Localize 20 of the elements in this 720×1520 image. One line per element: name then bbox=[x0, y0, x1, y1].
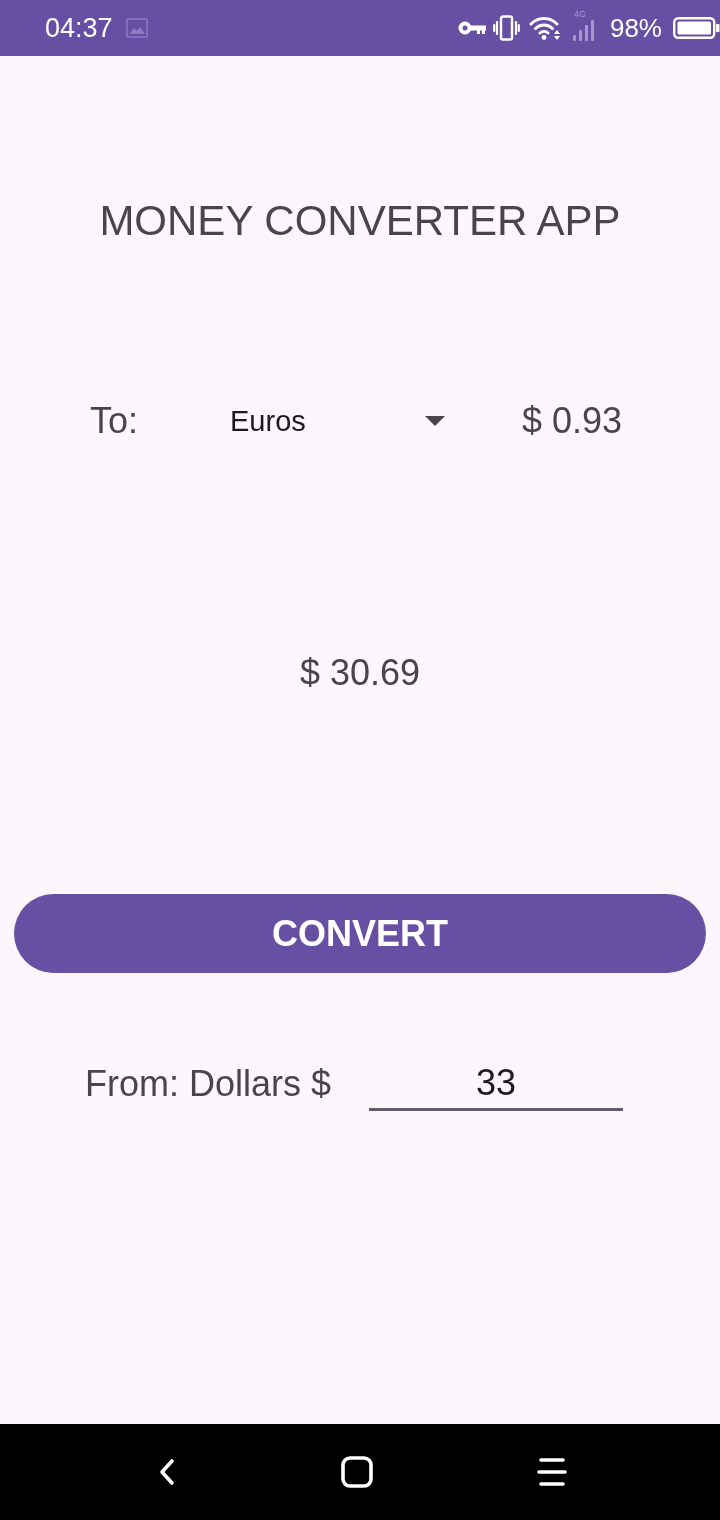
exchange-rate: $ 0.93 bbox=[522, 399, 623, 443]
caret-icon bbox=[425, 416, 445, 426]
key-icon bbox=[457, 20, 486, 36]
wifi-icon bbox=[528, 15, 562, 41]
currency-dropdown[interactable]: Euros bbox=[215, 393, 460, 449]
home-icon[interactable] bbox=[341, 1456, 373, 1488]
convert-button[interactable]: CONVERT bbox=[14, 894, 706, 973]
amount-input-field[interactable]: 33 bbox=[369, 1057, 624, 1111]
battery-percentage: 98% bbox=[609, 13, 662, 43]
to-label: To: bbox=[90, 399, 140, 443]
converted-amount: $ 30.69 bbox=[299, 651, 421, 695]
status-time: 04:37 bbox=[45, 13, 113, 43]
menu-icon[interactable] bbox=[536, 1456, 568, 1488]
image-icon bbox=[125, 18, 148, 38]
app-title: MONEY CONVERTER APP bbox=[99, 196, 621, 246]
vibrate-icon bbox=[492, 15, 520, 41]
battery-icon bbox=[673, 17, 720, 39]
network-type-label: 4G bbox=[573, 9, 586, 19]
from-label: From: Dollars $ bbox=[85, 1062, 332, 1106]
signal-icon bbox=[571, 18, 595, 41]
